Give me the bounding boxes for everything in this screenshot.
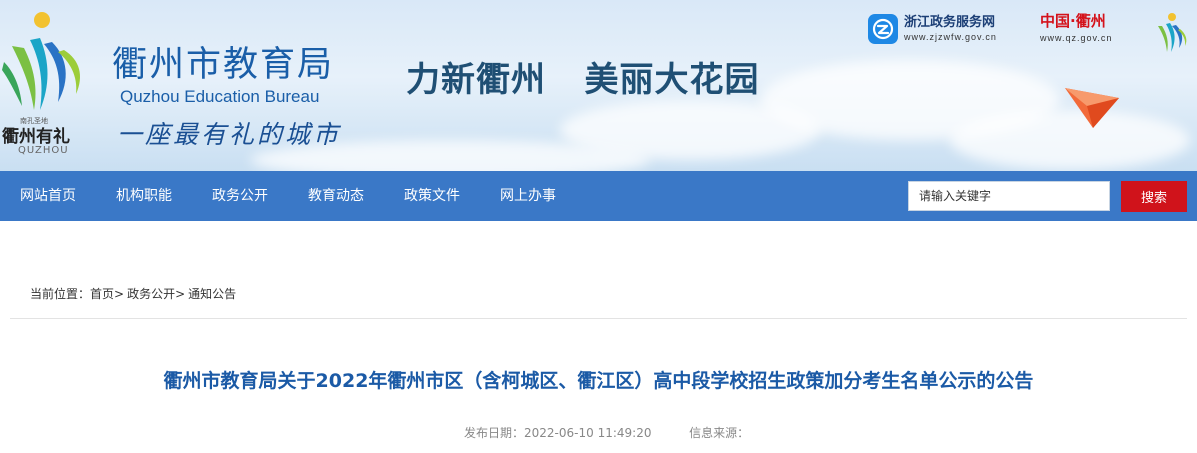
logo-city-name: 衢州有礼 — [2, 127, 70, 147]
city-portal-link[interactable]: 中国·衢州 www.qz.gov.cn — [1040, 14, 1112, 43]
site-slogan: 一座最有礼的城市 — [117, 120, 342, 149]
publish-date-label: 发布日期： — [464, 426, 525, 440]
nav-item-institutions[interactable]: 机构职能 — [96, 171, 192, 221]
city-portal-emblem-icon[interactable] — [1154, 12, 1188, 54]
breadcrumb-notices-link[interactable]: 通知公告 — [188, 285, 236, 302]
city-portal-name: 中国·衢州 — [1040, 12, 1106, 30]
site-motto: 力新衢州 美丽大花园 — [406, 60, 760, 100]
source-label: 信息来源： — [689, 426, 750, 440]
city-portal-url: www.qz.gov.cn — [1040, 33, 1113, 43]
main-navigation: 网站首页 机构职能 政务公开 教育动态 政策文件 网上办事 搜索 — [0, 171, 1197, 221]
zhejiang-gov-service-link[interactable]: 浙江政务服务网 www.zjzwfw.gov.cn — [868, 12, 997, 46]
nav-item-gov-affairs[interactable]: 政务公开 — [192, 171, 288, 221]
nav-item-home[interactable]: 网站首页 — [0, 171, 96, 221]
gov-service-url: www.zjzwfw.gov.cn — [904, 32, 997, 42]
paper-plane-icon — [1065, 88, 1119, 128]
site-name-en: Quzhou Education Bureau — [120, 87, 320, 106]
search-button[interactable]: 搜索 — [1121, 181, 1187, 212]
breadcrumb-prefix: 当前位置： — [30, 287, 91, 301]
search-input[interactable] — [908, 181, 1110, 211]
breadcrumb-separator: > — [175, 286, 186, 301]
site-name[interactable]: 衢州市教育局 — [112, 36, 334, 87]
breadcrumb-gov-affairs-link[interactable]: 政务公开 — [127, 285, 175, 302]
nav-item-education-news[interactable]: 教育动态 — [288, 171, 384, 221]
nav-item-online-services[interactable]: 网上办事 — [480, 171, 576, 221]
quzhou-logo-icon[interactable] — [0, 10, 90, 120]
zhejiang-gov-service-icon — [868, 14, 898, 44]
gov-service-name: 浙江政务服务网 — [904, 15, 996, 30]
breadcrumb-home-link[interactable]: 首页 — [90, 285, 114, 302]
article-meta: 发布日期：2022-06-10 11:49:20 信息来源： — [464, 424, 749, 441]
article-title: 衢州市教育局关于2022年衢州市区（含柯城区、衢江区）高中段学校招生政策加分考生… — [163, 370, 1034, 392]
nav-list: 网站首页 机构职能 政务公开 教育动态 政策文件 网上办事 — [0, 171, 576, 221]
content-divider — [10, 318, 1187, 319]
nav-item-policy-documents[interactable]: 政策文件 — [384, 171, 480, 221]
header-banner: 南孔圣地 衢州有礼 QUZHOU 衢州市教育局 Quzhou Education… — [0, 0, 1197, 171]
breadcrumb: 当前位置： 首页 > 政务公开 > 通知公告 — [30, 285, 236, 302]
logo-latin-name: QUZHOU — [18, 145, 69, 156]
breadcrumb-separator: > — [114, 286, 125, 301]
publish-date: 2022-06-10 11:49:20 — [524, 426, 652, 440]
